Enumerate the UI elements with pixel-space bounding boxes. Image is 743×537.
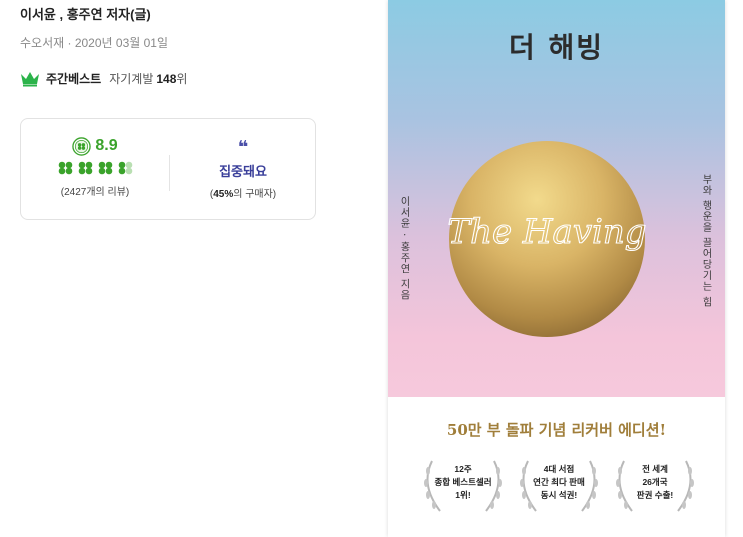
buyer-percent: 45% [213, 189, 234, 200]
award-line: 12주 [454, 464, 472, 474]
clover-full-icon [98, 161, 112, 175]
rank-number: 148 [156, 71, 177, 86]
cover-title: 더 해빙 [508, 31, 605, 64]
author-line[interactable]: 이서윤 , 홍주연 저자(글) [20, 4, 151, 23]
clover-half-icon [118, 161, 132, 175]
crown-icon [21, 71, 39, 86]
clover-rating-icons [21, 161, 169, 175]
award-line: 1위! [455, 490, 471, 500]
quote-icon: ❝ [237, 137, 249, 157]
weekly-best-label: 주간베스트 [46, 72, 102, 86]
clover-full-icon [78, 161, 92, 175]
cover-gradient-area: 더 해빙 이서윤 · 홍주연 지음 부와 행운을 끌어당기는 힘 The Hav… [388, 0, 725, 397]
review-count: (2427개의 리뷰) [60, 187, 130, 198]
cover-subtitle-vertical: 부와 행운을 끌어당기는 힘 [700, 174, 711, 308]
award-line: 판권 수출! [636, 490, 674, 500]
book-cover-image[interactable]: 더 해빙 이서윤 · 홍주연 지음 부와 행운을 끌어당기는 힘 The Hav… [388, 0, 725, 537]
buyer-percent-line: (45%의 구매자) [170, 185, 316, 200]
publisher-line: 수오서재 · 2020년 03월 01일 [20, 36, 169, 50]
cover-tagline: 50만 부 돌파 기념 리커버 에디션! [446, 421, 667, 439]
award-line: 연간 최다 판매 [533, 477, 585, 487]
cover-awards: 12주 종합 베스트셀러 1위! 4대 서점 연간 최다 판매 동시 석권! 전… [418, 457, 700, 515]
klover-badge-icon [72, 136, 92, 156]
cover-bottom-band: 50만 부 돌파 기념 리커버 에디션! 12주 종합 베스트셀러 1위! 4대… [388, 397, 725, 537]
award-badge: 12주 종합 베스트셀러 1위! [418, 457, 508, 515]
award-line: 종합 베스트셀러 [434, 477, 492, 487]
buyer-suffix: 의 구매자) [233, 189, 277, 200]
award-line: 26개국 [642, 477, 668, 487]
rank-category: 자기계발 [109, 72, 154, 86]
review-summary-box: 8.9 (2427개의 리뷰) ❝ 집중돼요 (45%의 구매자) [20, 118, 316, 220]
emotion-summary[interactable]: ❝ 집중돼요 (45%의 구매자) [170, 135, 316, 200]
rank-unit: 위 [176, 72, 188, 86]
cover-author-vertical: 이서윤 · 홍주연 지음 [398, 196, 409, 301]
award-line: 4대 서점 [543, 464, 575, 474]
klover-rating[interactable]: 8.9 (2427개의 리뷰) [21, 135, 169, 198]
award-badge: 4대 서점 연간 최다 판매 동시 석권! [514, 457, 604, 515]
gold-sphere-illustration: The Having [447, 141, 647, 337]
emotion-label: 집중돼요 [219, 164, 267, 179]
award-line: 전 세계 [642, 464, 668, 474]
award-line: 동시 석권! [540, 490, 578, 500]
review-score: 8.9 [95, 137, 118, 154]
cover-script-title: The Having [447, 212, 646, 252]
weekly-best-rank[interactable]: 주간베스트 자기계발 148 위 [20, 70, 187, 87]
clover-full-icon [58, 161, 72, 175]
award-badge: 전 세계 26개국 판권 수출! [610, 457, 700, 515]
